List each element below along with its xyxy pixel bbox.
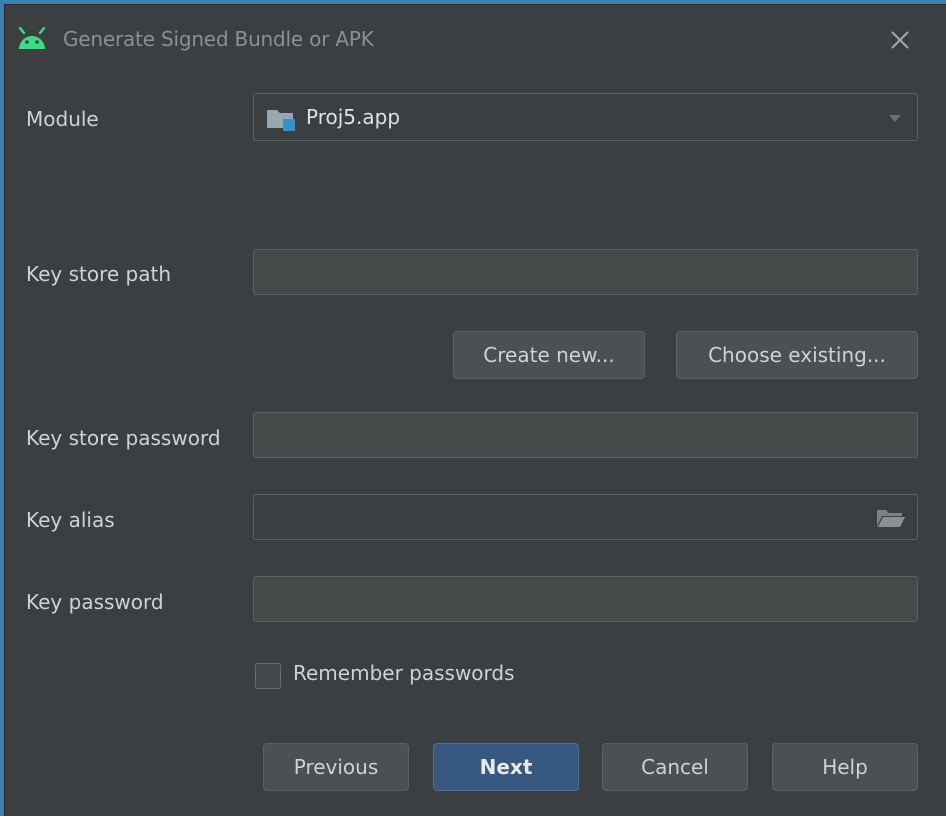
key-alias-input[interactable]	[253, 494, 918, 540]
close-icon[interactable]	[887, 27, 913, 53]
remember-passwords-checkbox[interactable]	[255, 663, 281, 689]
chevron-down-icon	[889, 115, 901, 122]
help-button[interactable]: Help	[772, 743, 918, 791]
key-alias-label: Key alias	[26, 508, 115, 532]
key-store-path-input[interactable]	[253, 249, 918, 295]
folder-open-icon[interactable]	[876, 508, 906, 528]
key-store-password-label: Key store password	[26, 426, 221, 450]
module-value: Proj5.app	[306, 105, 401, 129]
previous-button[interactable]: Previous	[263, 743, 409, 791]
key-store-path-label: Key store path	[26, 262, 172, 286]
key-store-password-input[interactable]	[253, 412, 918, 458]
module-folder-icon	[267, 110, 295, 131]
module-select[interactable]: Proj5.app	[253, 93, 918, 141]
remember-passwords-label[interactable]: Remember passwords	[293, 661, 515, 685]
module-label: Module	[26, 107, 99, 131]
choose-existing-button[interactable]: Choose existing...	[676, 331, 918, 379]
create-new-button[interactable]: Create new...	[453, 331, 645, 379]
next-button[interactable]: Next	[433, 743, 579, 791]
key-password-label: Key password	[26, 590, 164, 614]
key-password-input[interactable]	[253, 576, 918, 622]
android-icon	[18, 27, 46, 49]
signed-bundle-dialog: Generate Signed Bundle or APK Module Pro…	[4, 4, 946, 816]
cancel-button[interactable]: Cancel	[602, 743, 748, 791]
dialog-title: Generate Signed Bundle or APK	[63, 27, 374, 51]
title-bar: Generate Signed Bundle or APK	[5, 5, 946, 73]
